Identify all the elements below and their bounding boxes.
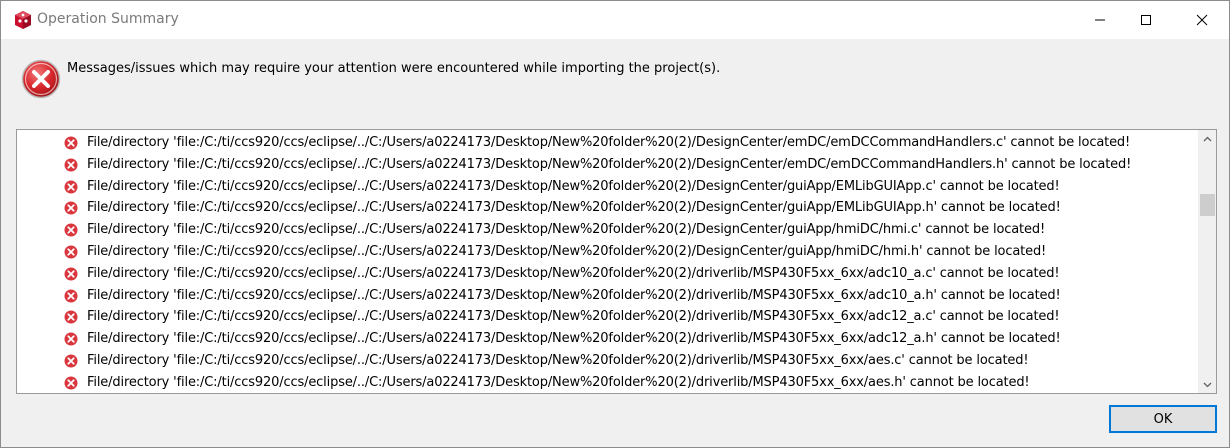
title-bar[interactable]: Operation Summary xyxy=(1,1,1229,39)
ok-button[interactable]: OK xyxy=(1109,405,1217,433)
message-header: Messages/issues which may require your a… xyxy=(1,39,1229,127)
issue-message: File/directory 'file:/C:/ti/ccs920/ccs/e… xyxy=(87,178,1060,194)
minimize-button[interactable] xyxy=(1077,1,1123,39)
close-button[interactable] xyxy=(1179,1,1225,39)
list-item[interactable]: File/directory 'file:/C:/ti/ccs920/ccs/e… xyxy=(17,350,1198,372)
close-icon xyxy=(1196,14,1208,26)
issue-message: File/directory 'file:/C:/ti/ccs920/ccs/e… xyxy=(87,222,1046,238)
window-title: Operation Summary xyxy=(37,11,179,27)
scroll-up-button[interactable] xyxy=(1199,130,1216,147)
list-item[interactable]: File/directory 'file:/C:/ti/ccs920/ccs/e… xyxy=(17,241,1198,263)
maximize-icon xyxy=(1141,15,1151,25)
list-item[interactable]: File/directory 'file:/C:/ti/ccs920/ccs/e… xyxy=(17,132,1198,154)
vertical-scrollbar[interactable] xyxy=(1198,130,1216,393)
error-icon xyxy=(64,223,78,237)
issue-message: File/directory 'file:/C:/ti/ccs920/ccs/e… xyxy=(87,265,1060,281)
error-icon xyxy=(64,267,78,281)
list-item[interactable]: File/directory 'file:/C:/ti/ccs920/ccs/e… xyxy=(17,328,1198,350)
chevron-down-icon xyxy=(1203,382,1212,387)
header-message: Messages/issues which may require your a… xyxy=(67,61,721,76)
issue-message: File/directory 'file:/C:/ti/ccs920/ccs/e… xyxy=(87,331,1061,347)
error-icon xyxy=(64,180,78,194)
error-icon xyxy=(64,136,78,150)
scroll-down-button[interactable] xyxy=(1199,376,1216,393)
issue-message: File/directory 'file:/C:/ti/ccs920/ccs/e… xyxy=(87,244,1047,259)
error-icon xyxy=(64,158,78,172)
maximize-button[interactable] xyxy=(1123,1,1169,39)
issue-message: File/directory 'file:/C:/ti/ccs920/ccs/e… xyxy=(87,309,1060,325)
operation-summary-dialog: Operation Summary Messages/issues which … xyxy=(0,0,1230,448)
list-item[interactable]: File/directory 'file:/C:/ti/ccs920/ccs/e… xyxy=(17,197,1198,219)
issue-message: File/directory 'file:/C:/ti/ccs920/ccs/e… xyxy=(87,287,1061,303)
issue-message: File/directory 'file:/C:/ti/ccs920/ccs/e… xyxy=(87,374,1030,390)
list-item[interactable]: File/directory 'file:/C:/ti/ccs920/ccs/e… xyxy=(17,306,1198,328)
ccs-cube-icon xyxy=(15,11,31,29)
issue-message: File/directory 'file:/C:/ti/ccs920/ccs/e… xyxy=(87,353,1029,368)
list-item[interactable]: File/directory 'file:/C:/ti/ccs920/ccs/e… xyxy=(17,263,1198,285)
chevron-up-icon xyxy=(1203,136,1212,141)
error-icon xyxy=(64,201,78,215)
error-icon xyxy=(21,59,61,99)
error-icon xyxy=(64,354,78,368)
issues-list-content: File/directory 'file:/C:/ti/ccs920/ccs/e… xyxy=(17,132,1198,392)
error-icon xyxy=(64,289,78,303)
minimize-icon xyxy=(1095,19,1105,21)
scrollbar-thumb[interactable] xyxy=(1200,194,1215,216)
issue-message: File/directory 'file:/C:/ti/ccs920/ccs/e… xyxy=(87,200,1061,216)
error-icon xyxy=(64,245,78,259)
list-item[interactable]: File/directory 'file:/C:/ti/ccs920/ccs/e… xyxy=(17,219,1198,241)
list-item[interactable]: File/directory 'file:/C:/ti/ccs920/ccs/e… xyxy=(17,285,1198,307)
list-item[interactable]: File/directory 'file:/C:/ti/ccs920/ccs/e… xyxy=(17,154,1198,176)
issue-message: File/directory 'file:/C:/ti/ccs920/ccs/e… xyxy=(87,135,1131,150)
list-item[interactable]: File/directory 'file:/C:/ti/ccs920/ccs/e… xyxy=(17,176,1198,198)
issues-list[interactable]: File/directory 'file:/C:/ti/ccs920/ccs/e… xyxy=(16,129,1217,394)
list-item[interactable]: File/directory 'file:/C:/ti/ccs920/ccs/e… xyxy=(17,372,1198,393)
error-icon xyxy=(64,310,78,324)
error-icon xyxy=(64,332,78,346)
issue-message: File/directory 'file:/C:/ti/ccs920/ccs/e… xyxy=(87,156,1132,172)
error-icon xyxy=(64,376,78,390)
